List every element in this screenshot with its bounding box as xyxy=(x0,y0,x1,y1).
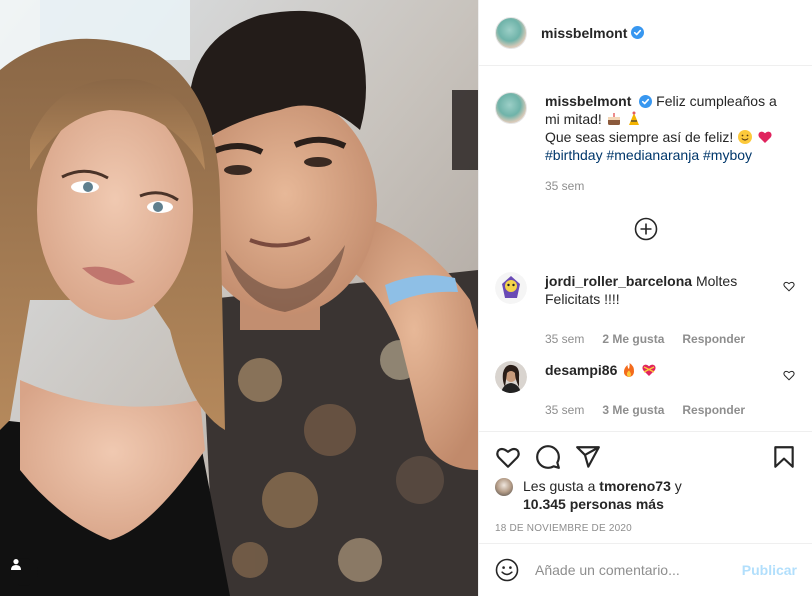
post-caption: missbelmont Feliz cumpleaños a mi mitad! xyxy=(495,92,795,195)
post-photo[interactable] xyxy=(0,0,478,596)
author-username[interactable]: missbelmont xyxy=(541,25,627,41)
comment-bubble-icon[interactable] xyxy=(535,444,561,470)
post-header: missbelmont xyxy=(479,0,812,66)
comment-reply-button[interactable]: Responder xyxy=(682,330,745,348)
hashtag-birthday[interactable]: #birthday xyxy=(545,147,603,163)
commenter-avatar-image xyxy=(495,361,527,393)
hashtag-medianaranja[interactable]: #medianaranja xyxy=(606,147,699,163)
bookmark-icon[interactable] xyxy=(771,444,797,470)
liker-avatar[interactable] xyxy=(495,478,513,496)
add-comment-bar: Publicar xyxy=(479,543,812,596)
user-tag-button[interactable] xyxy=(10,558,38,586)
likes-others-count[interactable]: 10.345 personas más xyxy=(523,496,664,512)
emoji-face-icon[interactable] xyxy=(495,558,519,582)
photo-illustration xyxy=(0,0,478,596)
fire-emoji-icon xyxy=(624,363,635,377)
caption-author-username[interactable]: missbelmont xyxy=(545,93,631,109)
heart-icon[interactable] xyxy=(495,444,521,470)
verified-badge-icon xyxy=(639,95,653,108)
likes-connector: y xyxy=(674,478,682,494)
author-avatar[interactable] xyxy=(495,16,527,49)
heart-ribbon-emoji-icon xyxy=(642,364,656,376)
red-heart-emoji-icon xyxy=(758,131,772,143)
post-date[interactable]: 18 DE NOVIEMBRE DE 2020 xyxy=(495,523,632,534)
party-hat-emoji-icon xyxy=(628,111,639,125)
post-actions: Les gusta a tmoreno73 y 10.345 personas … xyxy=(479,431,812,543)
action-icon-row xyxy=(495,444,797,470)
comment-input[interactable] xyxy=(535,562,745,578)
paper-plane-icon[interactable] xyxy=(575,444,601,470)
commenter-avatar[interactable] xyxy=(495,272,527,304)
caption-author-avatar[interactable] xyxy=(495,92,527,124)
comment-heart-icon[interactable] xyxy=(783,280,795,292)
publish-button[interactable]: Publicar xyxy=(742,562,797,578)
comment-timestamp[interactable]: 35 sem xyxy=(545,330,584,348)
post-side-panel: missbelmont missbelmont Feliz cumpleaños… xyxy=(478,0,812,596)
caption-body: missbelmont Feliz cumpleaños a mi mitad! xyxy=(545,92,795,195)
comment-reply-button[interactable]: Responder xyxy=(682,401,745,419)
verified-badge-icon xyxy=(631,26,645,39)
comment-likes-count[interactable]: 3 Me gusta xyxy=(602,401,664,419)
cake-emoji-icon xyxy=(607,113,620,125)
smiling-face-emoji-icon xyxy=(738,130,753,144)
comment-item: desampi86 35 sem 3 Me gusta Responder xyxy=(495,361,795,419)
caption-line-2: Que seas siempre así de feliz! xyxy=(545,129,734,145)
likes-prefix: Les gusta a xyxy=(523,478,596,494)
commenter-avatar-image xyxy=(495,272,527,304)
user-tag-icon xyxy=(11,559,21,570)
hashtag-myboy[interactable]: #myboy xyxy=(703,147,752,163)
comment-item: jordi_roller_barcelona Moltes Felicitats… xyxy=(495,272,795,348)
commenter-username[interactable]: desampi86 xyxy=(545,362,617,378)
liker-username[interactable]: tmoreno73 xyxy=(599,478,671,494)
commenter-avatar[interactable] xyxy=(495,361,527,393)
plus-circle-icon[interactable] xyxy=(634,217,658,241)
comment-likes-count[interactable]: 2 Me gusta xyxy=(602,330,664,348)
commenter-username[interactable]: jordi_roller_barcelona xyxy=(545,273,692,289)
comment-timestamp[interactable]: 35 sem xyxy=(545,401,584,419)
caption-timestamp[interactable]: 35 sem xyxy=(545,177,795,195)
likes-summary: Les gusta a tmoreno73 y 10.345 personas … xyxy=(495,477,682,513)
comment-heart-icon[interactable] xyxy=(783,369,795,381)
